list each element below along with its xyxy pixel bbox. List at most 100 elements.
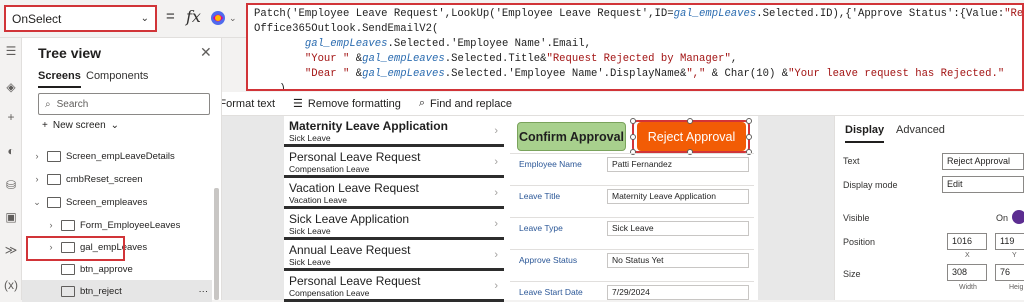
layers-icon[interactable]: ◈ bbox=[3, 80, 19, 96]
new-screen-button[interactable]: + New screen ⌄ bbox=[42, 120, 119, 131]
more-options-icon[interactable]: ··· bbox=[199, 286, 209, 297]
search-placeholder: Search bbox=[56, 98, 89, 110]
form-field-label: Leave Title bbox=[519, 191, 561, 201]
chevron-right-icon[interactable]: › bbox=[494, 280, 498, 292]
chevron-icon[interactable]: › bbox=[32, 151, 42, 161]
control-icon bbox=[61, 285, 75, 297]
remove-formatting-button[interactable]: ☰ Remove formatting bbox=[293, 97, 401, 111]
tree-item-label: Screen_empLeaveDetails bbox=[66, 150, 175, 162]
chevron-down-icon: ⌄ bbox=[110, 120, 120, 131]
gallery-item[interactable]: Vacation Leave Request Vacation Leave › bbox=[284, 178, 504, 209]
selection-highlight bbox=[26, 236, 125, 261]
tree-scrollbar[interactable] bbox=[214, 188, 219, 300]
gal-empleaves-gallery[interactable]: Maternity Leave Application Sick Leave › Pe… bbox=[284, 116, 504, 302]
formula-token: "Dear " bbox=[304, 68, 350, 80]
theme-icon[interactable]: ◐ bbox=[3, 144, 19, 160]
resize-handle[interactable] bbox=[687, 118, 693, 124]
chevron-down-icon: ⌄ bbox=[229, 12, 237, 23]
height-input[interactable]: 76 bbox=[995, 264, 1024, 281]
tree-search-input[interactable]: ⌕ Search bbox=[38, 93, 210, 115]
plus-icon[interactable]: + bbox=[3, 110, 19, 126]
fx-icon[interactable]: fx bbox=[186, 7, 201, 26]
form-field-value[interactable]: No Status Yet bbox=[607, 253, 749, 268]
chevron-icon[interactable]: › bbox=[46, 220, 56, 230]
resize-handle[interactable] bbox=[746, 118, 752, 124]
gallery-item-subtitle: Sick Leave bbox=[289, 226, 331, 236]
tab-display[interactable]: Display bbox=[845, 124, 885, 143]
resize-handle[interactable] bbox=[746, 149, 752, 155]
position-x-input[interactable]: 1016 bbox=[947, 233, 987, 250]
chevron-right-icon[interactable]: › bbox=[494, 187, 498, 199]
media-icon[interactable]: ▣ bbox=[3, 210, 19, 226]
formula-editor[interactable]: Patch('Employee Leave Request',LookUp('E… bbox=[246, 3, 1024, 91]
remove-formatting-label: Remove formatting bbox=[307, 97, 401, 110]
formula-token: gal_empLeaves bbox=[362, 68, 445, 80]
find-replace-button[interactable]: ⌕ Find and replace bbox=[419, 97, 512, 110]
position-y-input[interactable]: 119 bbox=[995, 233, 1024, 250]
visible-toggle[interactable] bbox=[1012, 210, 1024, 224]
formula-token: gal_empLeaves bbox=[304, 38, 388, 50]
divider bbox=[510, 185, 754, 186]
search-icon: ⌕ bbox=[45, 98, 51, 110]
formula-token: & bbox=[349, 53, 363, 65]
tab-screens[interactable]: Screens bbox=[38, 70, 81, 88]
resize-handle[interactable] bbox=[687, 149, 693, 155]
chevron-right-icon[interactable]: › bbox=[494, 125, 498, 137]
confirm-approval-button[interactable]: Confirm Approval bbox=[517, 122, 626, 151]
tree-item-form-employeeleaves[interactable]: › Form_EmployeeLeaves bbox=[22, 214, 212, 236]
tree-item-btn-reject[interactable]: btn_reject ··· bbox=[22, 280, 212, 302]
control-icon bbox=[61, 263, 75, 275]
formula-token: Patch('Employee Leave Request',LookUp('E… bbox=[254, 8, 674, 20]
search-icon: ⌕ bbox=[418, 97, 426, 109]
tree-view-title: Tree view bbox=[38, 45, 102, 61]
gallery-item-title: Personal Leave Request bbox=[289, 150, 421, 164]
tab-components[interactable]: Components bbox=[86, 70, 148, 82]
close-icon[interactable]: ✕ bbox=[200, 44, 212, 61]
gallery-item[interactable]: Personal Leave Request Compensation Leave… bbox=[284, 147, 504, 178]
tree-item-label: btn_approve bbox=[80, 263, 133, 275]
resize-handle[interactable] bbox=[630, 118, 636, 124]
gallery-item-subtitle: Compensation Leave bbox=[289, 164, 370, 174]
gallery-item-title: Personal Leave Request bbox=[289, 274, 421, 288]
hamburger-icon[interactable]: ☰ bbox=[3, 44, 19, 60]
display-mode-select[interactable]: Edit bbox=[942, 176, 1024, 193]
formula-token: & Char(10) & bbox=[705, 68, 789, 80]
gallery-item[interactable]: Maternity Leave Application Sick Leave › bbox=[284, 116, 504, 147]
control-icon bbox=[47, 150, 61, 162]
gallery-item[interactable]: Personal Leave Request Compensation Leave… bbox=[284, 271, 504, 302]
chevron-right-icon[interactable]: › bbox=[494, 156, 498, 168]
form-field-value[interactable]: Sick Leave bbox=[607, 221, 749, 236]
width-caption: Width bbox=[959, 284, 977, 291]
chevron-right-icon[interactable]: › bbox=[494, 218, 498, 230]
tree-item-btn-approve[interactable]: btn_approve bbox=[22, 258, 212, 280]
form-field-value[interactable]: Patti Fernandez bbox=[607, 157, 749, 172]
tree-item-screen-empleavedetails[interactable]: › Screen_empLeaveDetails bbox=[22, 145, 212, 167]
chevron-icon[interactable]: › bbox=[32, 174, 42, 184]
formula-token bbox=[254, 38, 305, 50]
tab-advanced[interactable]: Advanced bbox=[896, 124, 945, 136]
form-field-value[interactable]: Maternity Leave Application bbox=[607, 189, 749, 204]
resize-handle[interactable] bbox=[630, 149, 636, 155]
formula-actions: ≡ Format text ☰ Remove formatting ⌕ Find… bbox=[200, 92, 1024, 116]
text-prop-label: Text bbox=[843, 156, 860, 166]
tree-item-label: Screen_empleaves bbox=[66, 196, 148, 208]
text-prop-input[interactable]: Reject Approval bbox=[942, 153, 1024, 170]
database-icon[interactable]: ⛁ bbox=[3, 178, 19, 194]
tree-item-cmbreset-screen[interactable]: › cmbReset_screen bbox=[22, 168, 212, 190]
flow-icon[interactable]: ≫ bbox=[3, 243, 19, 259]
tree-item-screen-empleaves[interactable]: ⌄ Screen_empleaves bbox=[22, 191, 212, 213]
copilot-icon[interactable]: ⌄ bbox=[210, 9, 240, 27]
resize-handle[interactable] bbox=[630, 134, 636, 140]
gallery-item[interactable]: Sick Leave Application Sick Leave › bbox=[284, 209, 504, 240]
form-field-value[interactable]: 7/29/2024 bbox=[607, 285, 749, 300]
chevron-icon[interactable]: ⌄ bbox=[32, 197, 42, 208]
remove-formatting-icon: ☰ bbox=[293, 98, 303, 110]
gallery-item[interactable]: Annual Leave Request Sick Leave › bbox=[284, 240, 504, 271]
variables-icon[interactable]: (x) bbox=[3, 278, 19, 294]
resize-handle[interactable] bbox=[746, 134, 752, 140]
gallery-item-title: Sick Leave Application bbox=[289, 212, 410, 226]
chevron-right-icon[interactable]: › bbox=[494, 249, 498, 261]
width-input[interactable]: 308 bbox=[947, 264, 987, 281]
tree-item-label: btn_reject bbox=[80, 285, 122, 297]
property-dropdown[interactable]: OnSelect ⌄ bbox=[4, 5, 157, 32]
